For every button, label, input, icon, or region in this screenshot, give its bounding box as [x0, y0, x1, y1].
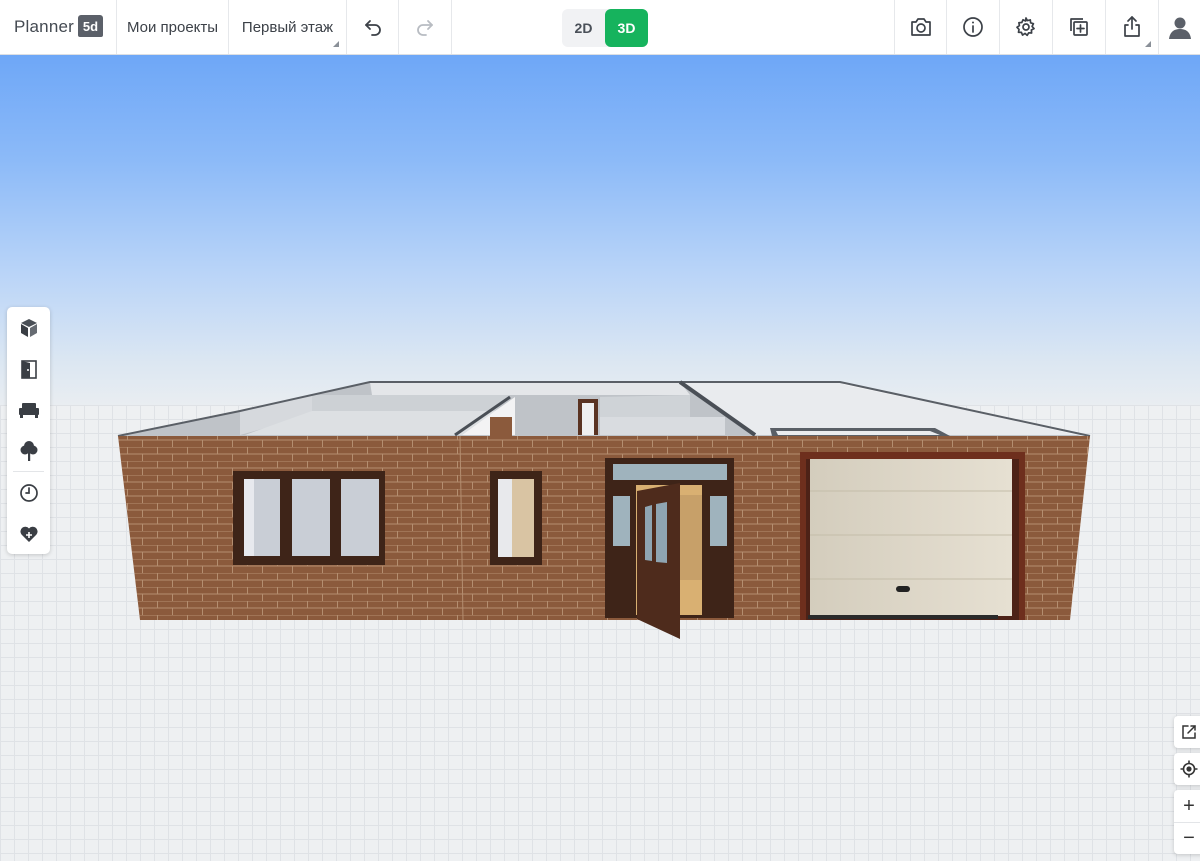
floor-dropdown[interactable]: Первый этаж: [229, 0, 347, 54]
history-icon: [19, 483, 38, 502]
user-profile-button[interactable]: [1159, 0, 1200, 54]
view-2d-button[interactable]: 2D: [562, 9, 605, 47]
zoom-in-button[interactable]: +: [1174, 790, 1200, 822]
my-projects-label: Мои проекты: [126, 18, 219, 36]
sofa-icon: [18, 402, 39, 418]
gear-icon: [1016, 17, 1035, 37]
logo-badge: 5d: [78, 15, 103, 37]
cube-icon: [20, 318, 37, 337]
favorite-icon: [19, 526, 38, 542]
settings-button[interactable]: [1000, 0, 1053, 54]
copy-add-icon: [1070, 18, 1088, 36]
exterior-button[interactable]: [7, 430, 50, 471]
view-mode-toggle: 2D 3D: [562, 9, 648, 47]
redo-icon: [417, 20, 433, 36]
share-icon: [1124, 16, 1140, 37]
top-toolbar: Planner 5d Мои проекты Первый этаж 2D 3D: [0, 0, 1200, 55]
redo-button[interactable]: [399, 0, 452, 54]
open-external-button[interactable]: [1174, 716, 1200, 748]
tree-icon: [20, 440, 37, 461]
snapshot-button[interactable]: [894, 0, 947, 54]
info-icon: [963, 17, 983, 37]
crosshair-icon: [1180, 760, 1198, 778]
undo-button[interactable]: [347, 0, 399, 54]
duplicate-button[interactable]: [1053, 0, 1106, 54]
center-view-button[interactable]: [1174, 753, 1200, 785]
user-icon: [1168, 17, 1191, 39]
info-button[interactable]: [947, 0, 1000, 54]
view-3d-button[interactable]: 3D: [605, 9, 648, 47]
left-tools-panel: [7, 307, 50, 554]
construction-tool-button[interactable]: [7, 307, 50, 348]
app-logo[interactable]: Planner 5d: [0, 0, 117, 54]
dropdown-corner-icon: [1145, 41, 1151, 47]
house-3d-model: [117, 380, 1091, 639]
furniture-button[interactable]: [7, 389, 50, 430]
zoom-control: + −: [1174, 790, 1200, 854]
undo-icon: [364, 20, 381, 36]
floor-label: Первый этаж: [241, 18, 334, 36]
zoom-out-button[interactable]: −: [1174, 822, 1200, 854]
fullscreen-control: [1174, 716, 1200, 748]
doors-windows-button[interactable]: [7, 348, 50, 389]
history-button[interactable]: [7, 472, 50, 513]
logo-text: Planner: [14, 17, 74, 36]
locate-control: [1174, 753, 1200, 785]
3d-viewport[interactable]: + −: [0, 55, 1200, 861]
share-button[interactable]: [1106, 0, 1159, 54]
favorites-button[interactable]: [7, 513, 50, 554]
camera-icon: [910, 18, 931, 36]
open-external-icon: [1182, 725, 1196, 739]
door-icon: [20, 359, 37, 379]
dropdown-corner-icon: [333, 41, 339, 47]
my-projects-button[interactable]: Мои проекты: [117, 0, 229, 54]
